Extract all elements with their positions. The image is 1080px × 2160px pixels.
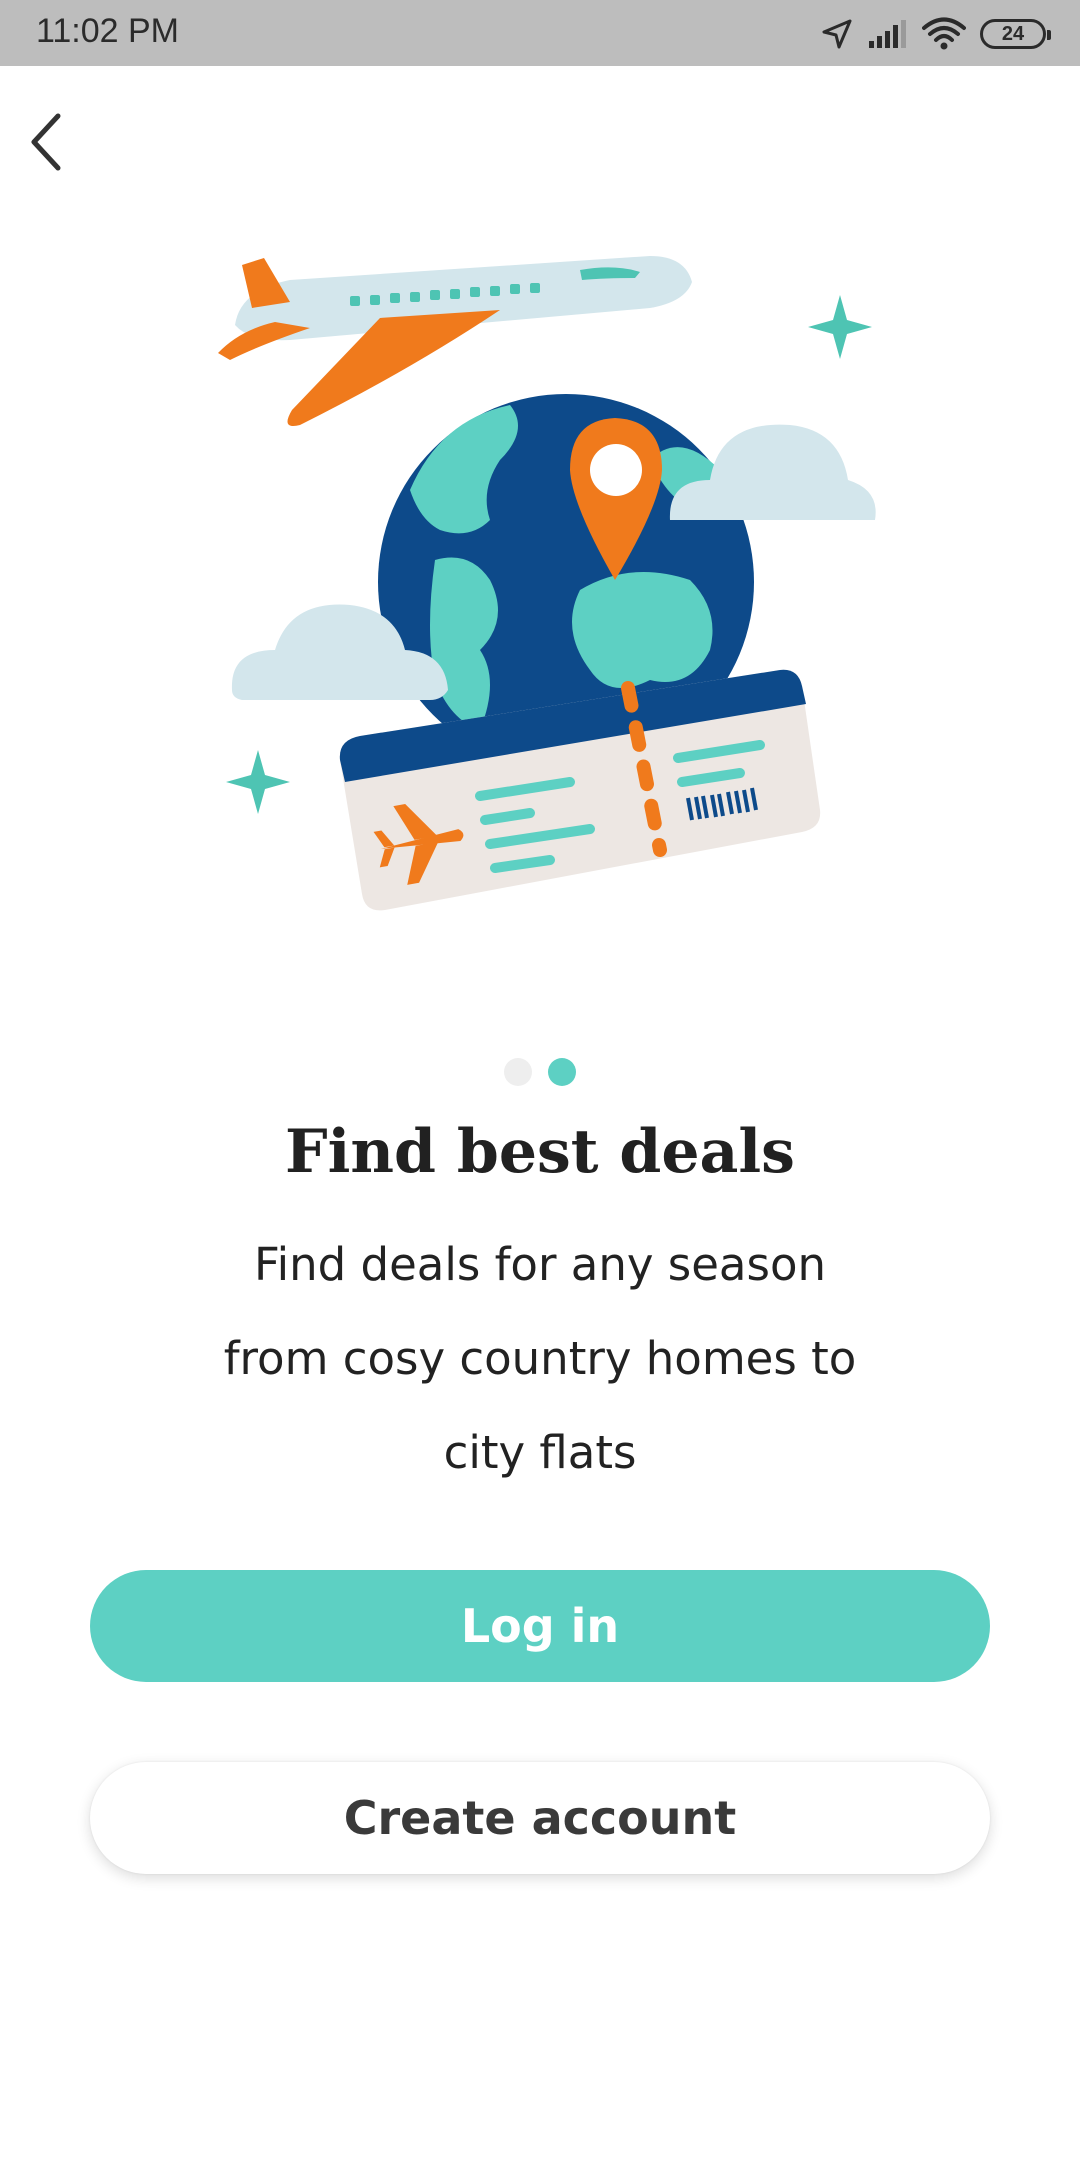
login-button[interactable]: Log in <box>90 1570 990 1682</box>
wifi-icon <box>922 17 966 51</box>
status-time: 11:02 PM <box>36 12 180 50</box>
back-button[interactable] <box>14 108 78 180</box>
onboarding-title: Find best deals <box>285 1117 795 1187</box>
battery-icon: 24 <box>980 19 1051 49</box>
status-bar: 11:02 PM 24 <box>0 0 1080 66</box>
onboarding-subtitle: Find deals for any season from cosy coun… <box>180 1218 900 1500</box>
boarding-pass-icon <box>339 669 821 911</box>
page-dot-1[interactable] <box>504 1058 532 1086</box>
create-account-button-label: Create account <box>343 1791 737 1845</box>
page-dot-2-active[interactable] <box>548 1058 576 1086</box>
status-icons: 24 <box>820 14 1051 54</box>
create-account-button[interactable]: Create account <box>90 1762 990 1874</box>
airplane-icon <box>218 256 692 426</box>
location-arrow-icon <box>820 17 854 51</box>
login-button-label: Log in <box>460 1599 620 1653</box>
chevron-left-icon <box>26 112 66 176</box>
subtitle-line-2: from cosy country homes to <box>223 1332 857 1385</box>
subtitle-line-1: Find deals for any season <box>254 1238 826 1291</box>
sparkle-icon <box>226 750 290 814</box>
subtitle-line-3: city flats <box>443 1426 637 1479</box>
travel-illustration <box>218 256 876 911</box>
onboarding-screen: 11:02 PM 24 Find best deals Find deals f… <box>0 0 1080 2160</box>
cellular-signal-icon <box>868 19 908 49</box>
page-indicator <box>0 1058 1080 1086</box>
sparkle-icon <box>808 295 872 359</box>
